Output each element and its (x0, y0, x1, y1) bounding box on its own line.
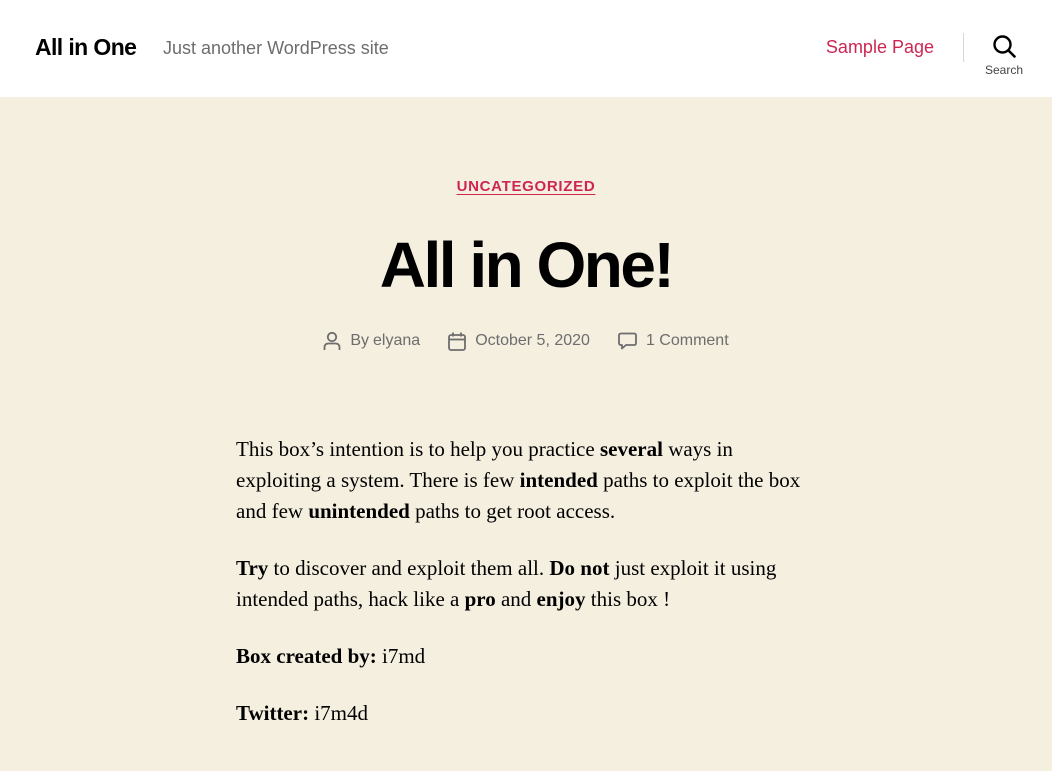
twitter-value: i7m4d (309, 701, 368, 725)
bold-text: Do not (549, 556, 610, 580)
twitter-handle: Twitter: i7m4d (236, 698, 821, 729)
twitter-label: Twitter: (236, 701, 310, 725)
user-icon (323, 331, 350, 351)
content-paragraph: Try to discover and exploit them all. Do… (236, 553, 821, 615)
post-content: This box’s intention is to help you prac… (236, 434, 821, 755)
post-author: By elyana (323, 330, 420, 352)
post-title: All in One! (379, 229, 675, 301)
comment-icon (618, 332, 646, 350)
date-link[interactable]: October 5, 2020 (475, 330, 590, 352)
author-prefix: By (350, 332, 370, 349)
site-header: All in One Just another WordPress site S… (0, 0, 1052, 97)
search-icon (992, 34, 1016, 58)
category-link[interactable]: UNCATEGORIZED (457, 178, 596, 195)
text-run: this box ! (585, 587, 671, 611)
calendar-icon (448, 332, 475, 351)
bold-text: pro (464, 587, 496, 611)
nav-item-sample-page[interactable]: Sample Page (826, 36, 934, 58)
bold-text: intended (519, 468, 598, 492)
post-date: October 5, 2020 (448, 330, 590, 352)
text-run: and (495, 587, 537, 611)
text-run: paths to get root access. (409, 499, 616, 523)
content-paragraph: This box’s intention is to help you prac… (236, 434, 821, 527)
post-meta: By elyana October 5, 2020 1 Comment (0, 330, 1052, 352)
creator-label: Box created by: (236, 644, 377, 668)
creator-value: i7md (376, 644, 426, 668)
search-label: Search (984, 63, 1024, 77)
post-comments: 1 Comment (618, 330, 729, 352)
site-title-link[interactable]: All in One (35, 32, 137, 62)
author-link[interactable]: elyana (373, 330, 420, 352)
box-creator: Box created by: i7md (236, 641, 821, 672)
search-toggle-button[interactable]: Search (978, 34, 1030, 84)
bold-text: Try (236, 556, 269, 580)
nav-divider (963, 33, 964, 62)
bold-text: unintended (308, 499, 410, 523)
text-run: to discover and exploit them all. (268, 556, 550, 580)
post-category: UNCATEGORIZED (0, 178, 1052, 196)
bold-text: several (599, 437, 663, 461)
comments-link[interactable]: 1 Comment (646, 330, 729, 352)
site-description: Just another WordPress site (163, 38, 389, 58)
text-run: This box’s intention is to help you prac… (236, 437, 600, 461)
bold-text: enjoy (536, 587, 586, 611)
